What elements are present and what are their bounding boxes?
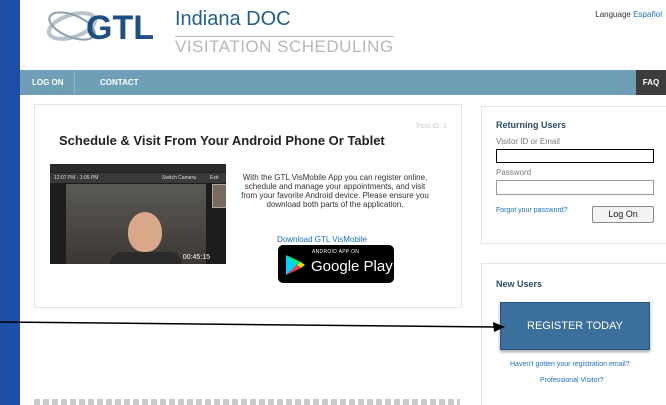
play-store-icon — [286, 255, 305, 275]
video-timer: 00:45:15 — [182, 254, 210, 261]
badge-large-text: Google Play — [311, 258, 393, 275]
org-subtitle: VISITATION SCHEDULING — [175, 36, 394, 56]
nav-bar: LOG ON CONTACT FAQ — [20, 70, 666, 95]
download-link[interactable]: Download GTL VisMobile — [277, 235, 367, 244]
visitor-id-label: Visitor ID or Email — [496, 137, 560, 146]
language-label: Language — [595, 10, 631, 19]
returning-users-title: Returning Users — [496, 120, 567, 130]
pip-thumbnail — [212, 184, 226, 208]
brand-wordmark: GTL — [86, 9, 154, 46]
org-name: Indiana DOC — [175, 8, 291, 30]
nav-contact[interactable]: CONTACT — [90, 70, 149, 95]
video-frame — [66, 184, 206, 264]
new-users-title: New Users — [496, 279, 543, 289]
google-play-badge[interactable]: ANDROID APP ON Google Play — [278, 245, 394, 283]
promo-title: Schedule & Visit From Your Android Phone… — [59, 133, 385, 148]
promo-description: With the GTL VisMobile App you can regis… — [241, 173, 429, 209]
new-users-panel: New Users REGISTER TODAY Haven't gotten … — [481, 263, 666, 405]
password-label: Password — [496, 168, 532, 177]
status-bar — [50, 164, 226, 172]
switch-camera-label: Switch Camera — [162, 175, 196, 181]
language-link-espanol[interactable]: Español — [633, 10, 662, 19]
person-head — [128, 212, 162, 252]
language-switch: Language Español — [595, 10, 662, 19]
video-time-range: 12:07 PM - 1:05 PM — [54, 175, 99, 181]
badge-small-text: ANDROID APP ON — [312, 249, 360, 255]
video-screenshot: 12:07 PM - 1:05 PM Switch Camera Exit 00… — [50, 164, 226, 264]
nav-faq[interactable]: FAQ — [636, 70, 666, 95]
bottom-text-strip — [34, 399, 460, 405]
promo-card: Post ID: 1 Schedule & Visit From Your An… — [34, 104, 462, 308]
person-body — [110, 252, 182, 264]
returning-users-panel: Returning Users Visitor ID or Email Pass… — [481, 106, 666, 244]
video-toolbar: 12:07 PM - 1:05 PM Switch Camera Exit — [50, 173, 226, 183]
register-today-button[interactable]: REGISTER TODAY — [500, 302, 650, 350]
visitor-id-input[interactable] — [496, 149, 654, 163]
nav-logon[interactable]: LOG ON — [22, 70, 75, 95]
exit-label: Exit — [210, 175, 219, 181]
professional-visitor-link[interactable]: Professional Visitor? — [540, 377, 604, 384]
password-input[interactable] — [496, 180, 654, 195]
log-on-button[interactable]: Log On — [592, 206, 654, 223]
forgot-password-link[interactable]: Forgot your password? — [496, 207, 568, 214]
registration-email-link[interactable]: Haven't gotten your registration email? — [510, 361, 630, 368]
page: GTL Indiana DOC VISITATION SCHEDULING La… — [20, 0, 666, 405]
post-id: Post ID: 1 — [416, 123, 447, 130]
gtl-logo[interactable]: GTL — [44, 6, 184, 47]
